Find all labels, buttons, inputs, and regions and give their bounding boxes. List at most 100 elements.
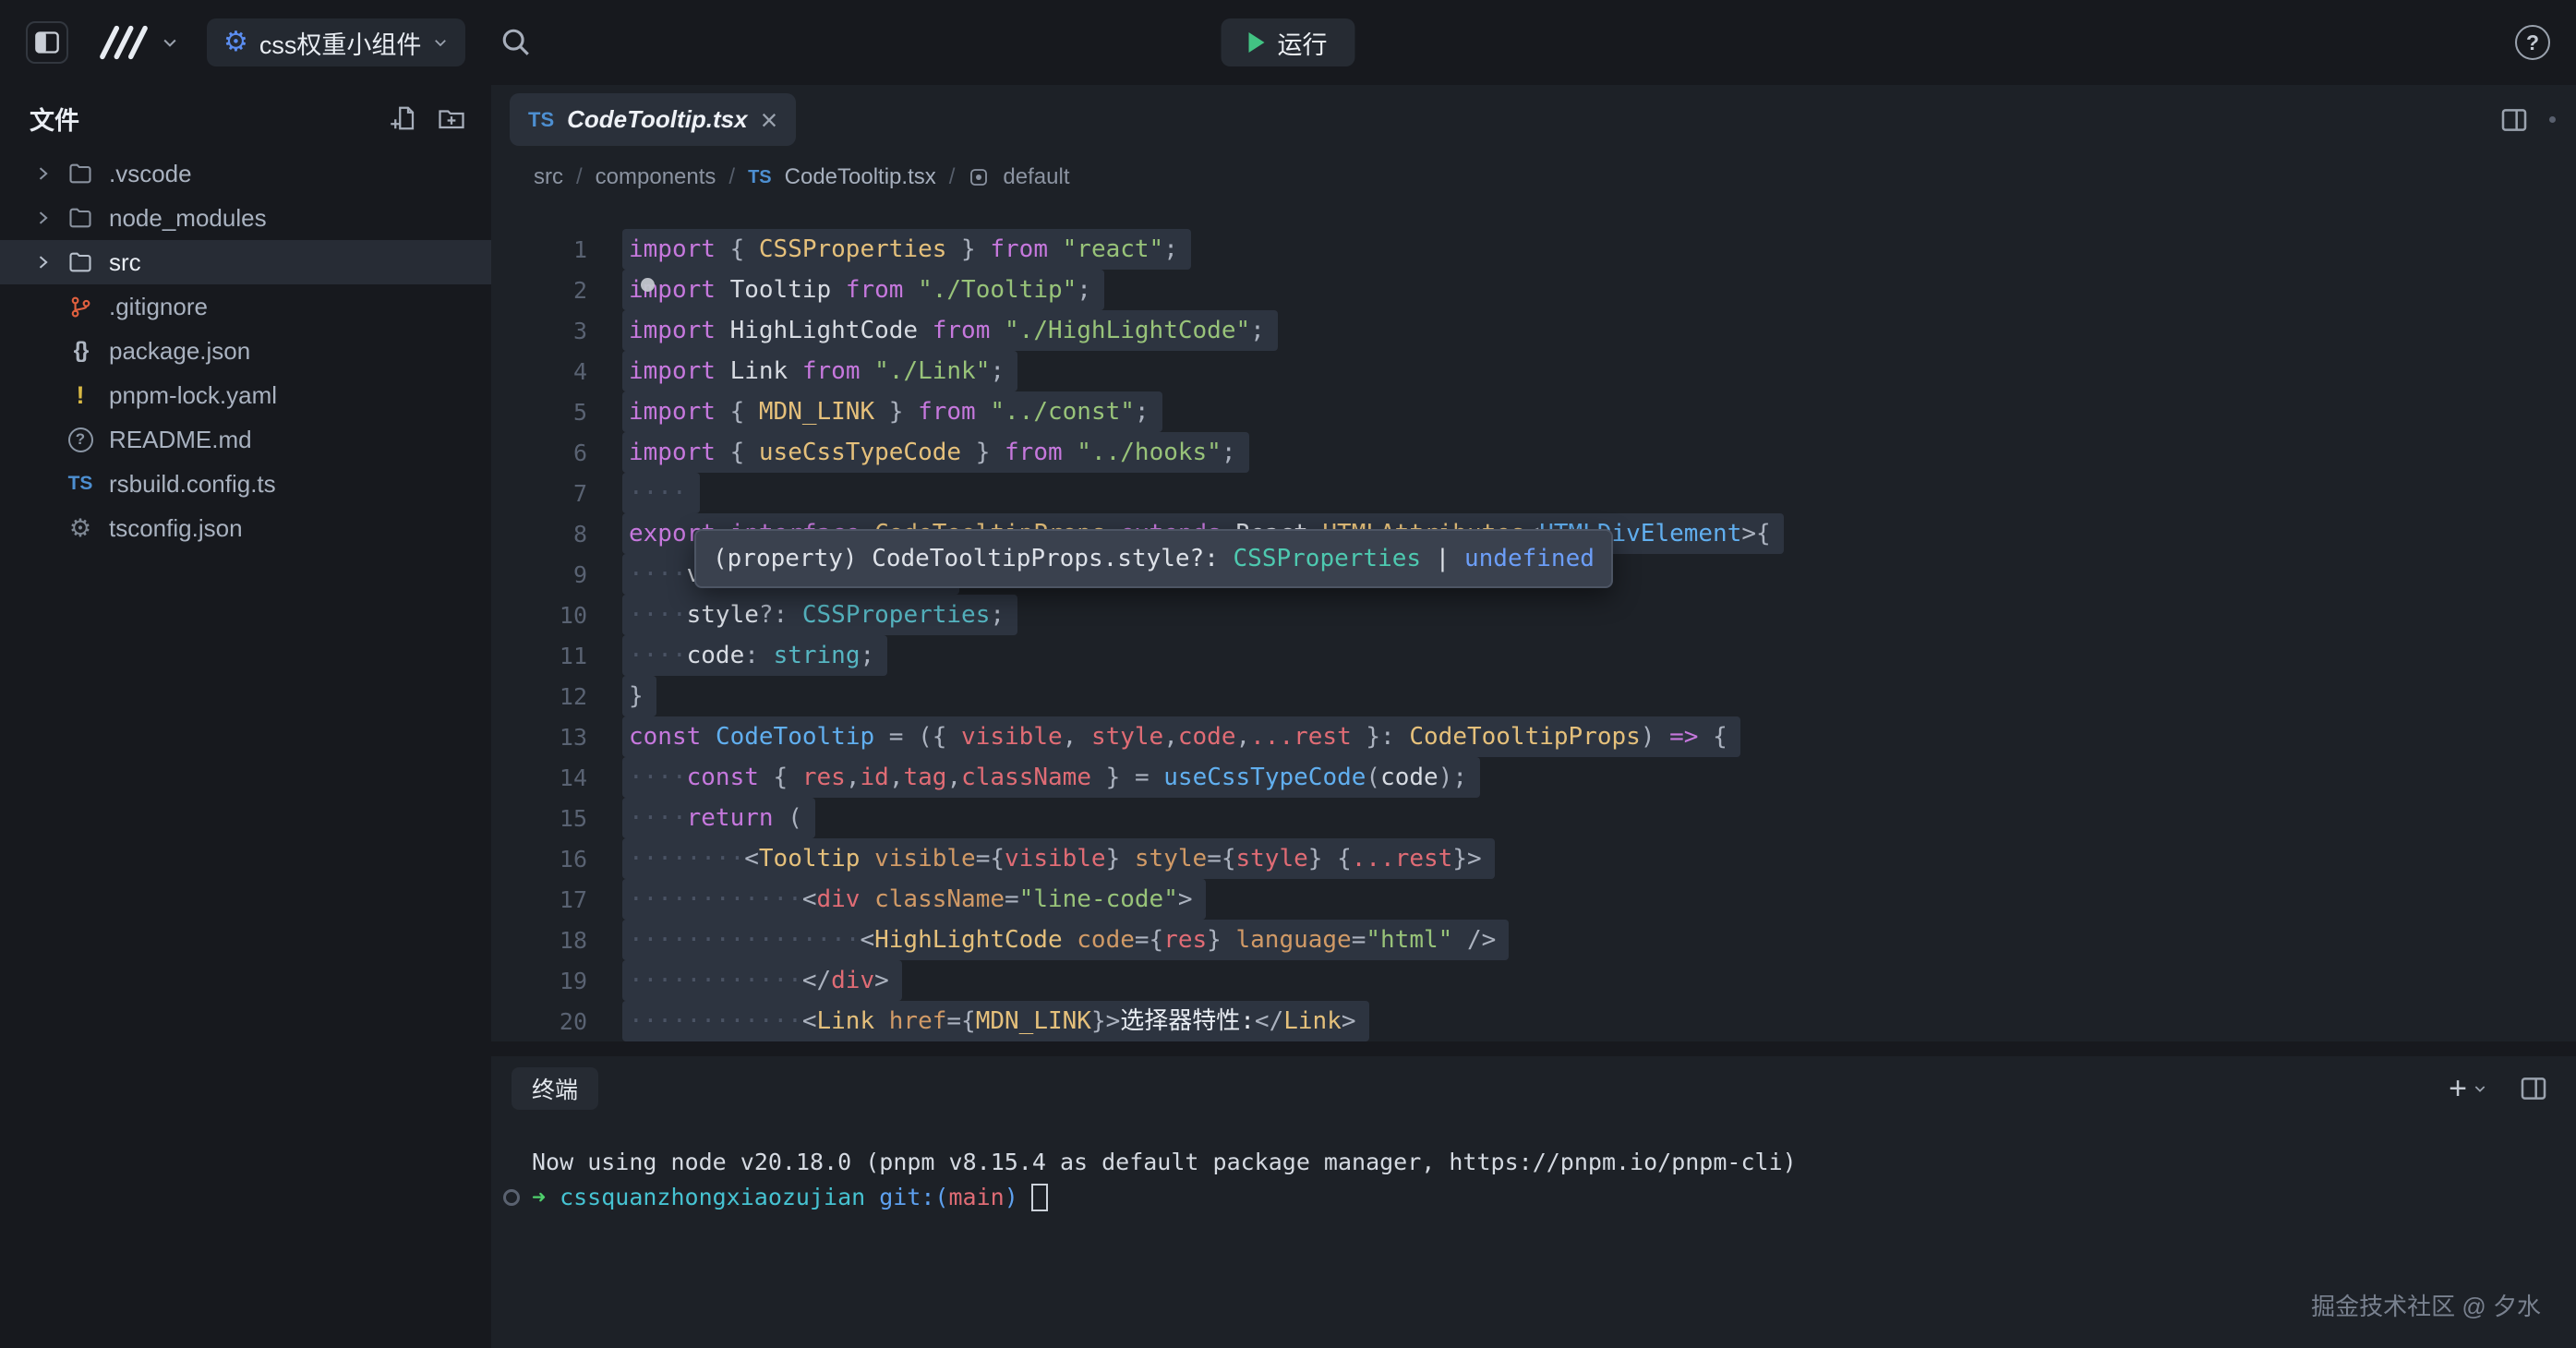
code-token: ···· <box>629 764 687 791</box>
sidebar-layout-icon <box>34 30 60 54</box>
code-token: useCssTypeCode <box>1163 764 1366 791</box>
code-token: } = <box>1091 764 1163 791</box>
chevron-right-icon[interactable] <box>33 209 55 227</box>
code-line[interactable]: 6import { useCssTypeCode } from "../hook… <box>491 432 2576 473</box>
tab-terminal[interactable]: 终端 <box>512 1067 598 1110</box>
code-token: useCssTypeCode <box>759 439 961 466</box>
code-token: { <box>716 439 759 466</box>
prompt-git-suffix: ) <box>1005 1180 1018 1215</box>
logo-chevron-icon[interactable] <box>161 33 179 52</box>
code-token: } <box>946 235 990 263</box>
code-token <box>860 845 874 873</box>
split-editor-button[interactable] <box>2499 105 2529 135</box>
tree-item-node-modules[interactable]: node_modules <box>0 196 491 240</box>
project-gear-icon: ⚙ <box>223 29 248 56</box>
tab-codetooltip[interactable]: TS CodeTooltip.tsx × <box>510 93 796 146</box>
line-number: 13 <box>491 724 587 751</box>
code-token: ...rest <box>1352 845 1453 873</box>
code-line[interactable]: 12} <box>491 676 2576 716</box>
code-line[interactable]: 19············</div> <box>491 960 2576 1001</box>
code-token: from <box>1005 439 1063 466</box>
project-chevron-icon <box>432 34 449 51</box>
code-token: Tooltip <box>730 276 832 304</box>
terminal-output[interactable]: Now using node v20.18.0 (pnpm v8.15.4 as… <box>491 1121 2576 1348</box>
chevron-right-icon[interactable] <box>33 164 55 183</box>
code-line[interactable]: 4import Link from "./Link"; <box>491 351 2576 391</box>
code-line[interactable]: 11····code: string; <box>491 635 2576 676</box>
line-number: 14 <box>491 764 587 791</box>
code-line[interactable]: 13const CodeTooltip = ({ visible, style,… <box>491 716 2576 757</box>
code-token: = ({ <box>874 723 961 751</box>
code-line[interactable]: 2import Tooltip from "./Tooltip"; <box>491 270 2576 310</box>
code-token: { <box>716 235 759 263</box>
breadcrumb-separator: / <box>576 164 583 190</box>
code-token: ········ <box>629 845 744 873</box>
code-line[interactable]: 15····return ( <box>491 798 2576 838</box>
code-line[interactable]: 16········<Tooltip visible={visible} sty… <box>491 838 2576 879</box>
code-line[interactable]: 10····style?: CSSProperties; <box>491 595 2576 635</box>
line-number: 3 <box>491 318 587 344</box>
tree-item-gitignore[interactable]: .gitignore <box>0 284 491 329</box>
code-token: from <box>802 357 861 385</box>
code-token: ···· <box>629 479 687 507</box>
tab-close-icon[interactable]: × <box>761 105 778 135</box>
search-button[interactable] <box>500 27 532 58</box>
code-token: style <box>1236 845 1308 873</box>
chevron-right-icon[interactable] <box>33 253 55 271</box>
sidebar-toggle-button[interactable] <box>26 21 68 64</box>
tree-item-rsbuild-config[interactable]: TS rsbuild.config.ts <box>0 462 491 506</box>
code-token: from <box>918 398 976 426</box>
code-token: , <box>846 764 861 791</box>
help-button[interactable]: ? <box>2515 25 2550 60</box>
panel-divider[interactable] <box>491 1041 2576 1056</box>
tree-item-readme[interactable]: ? README.md <box>0 417 491 462</box>
code-line[interactable]: 3import HighLightCode from "./HighLightC… <box>491 310 2576 351</box>
tabbar-actions <box>2499 105 2556 135</box>
app-logo[interactable] <box>94 22 153 63</box>
tree-item-package-json[interactable]: {} package.json <box>0 329 491 373</box>
breadcrumb-item-components[interactable]: components <box>596 164 716 190</box>
breadcrumb-item-default[interactable]: default <box>1003 164 1069 190</box>
code-token: ( <box>774 804 802 832</box>
tree-item-label: src <box>109 248 141 277</box>
code-token <box>1063 439 1077 466</box>
tree-item-src[interactable]: src <box>0 240 491 284</box>
line-number: 19 <box>491 968 587 994</box>
chevron-down-icon <box>2473 1081 2487 1096</box>
exclamation-icon: ! <box>65 381 96 410</box>
breadcrumb-item-src[interactable]: src <box>534 164 563 190</box>
code-line[interactable]: 7···· <box>491 473 2576 513</box>
topbar-center: 运行 <box>1222 18 1355 66</box>
tooltip-prefix: (property) <box>713 545 872 572</box>
code-line-content: import Link from "./Link"; <box>622 351 1017 391</box>
code-line[interactable]: 20············<Link href={MDN_LINK}>选择器特… <box>491 1001 2576 1041</box>
new-folder-button[interactable] <box>438 104 465 132</box>
code-token: "../hooks" <box>1077 439 1222 466</box>
code-line[interactable]: 5import { MDN_LINK } from "../const"; <box>491 391 2576 432</box>
split-terminal-button[interactable] <box>2519 1074 2548 1103</box>
code-token: MDN_LINK <box>759 398 874 426</box>
code-line[interactable]: 1import { CSSProperties } from "react"; <box>491 229 2576 270</box>
run-button[interactable]: 运行 <box>1222 18 1355 66</box>
code-token: ···· <box>629 560 687 588</box>
tree-item-pnpm-lock[interactable]: ! pnpm-lock.yaml <box>0 373 491 417</box>
project-selector[interactable]: ⚙ css权重小组件 <box>207 18 465 66</box>
code-line[interactable]: 17············<div className="line-code"… <box>491 879 2576 920</box>
code-editor[interactable]: 1import { CSSProperties } from "react";2… <box>491 200 2576 1041</box>
code-token: import <box>629 235 716 263</box>
code-token: visible <box>961 723 1063 751</box>
code-line[interactable]: 18················<HighLightCode code={r… <box>491 920 2576 960</box>
tree-item-vscode[interactable]: .vscode <box>0 151 491 196</box>
breadcrumb-item-file[interactable]: CodeTooltip.tsx <box>785 164 936 190</box>
code-line-content: import { MDN_LINK } from "../const"; <box>622 391 1162 432</box>
line-number: 6 <box>491 439 587 466</box>
new-folder-icon <box>438 104 465 132</box>
mouse-cursor-dot <box>641 278 655 292</box>
more-indicator-dot <box>2549 116 2556 123</box>
code-line[interactable]: 14····const { res,id,tag,className } = u… <box>491 757 2576 798</box>
new-file-button[interactable] <box>390 104 417 132</box>
code-line-content: ················<HighLightCode code={res… <box>622 920 1509 960</box>
new-terminal-button[interactable]: + <box>2443 1070 2493 1108</box>
tree-item-tsconfig[interactable]: ⚙ tsconfig.json <box>0 506 491 550</box>
terminal-line: Now using node v20.18.0 (pnpm v8.15.4 as… <box>532 1145 2576 1180</box>
